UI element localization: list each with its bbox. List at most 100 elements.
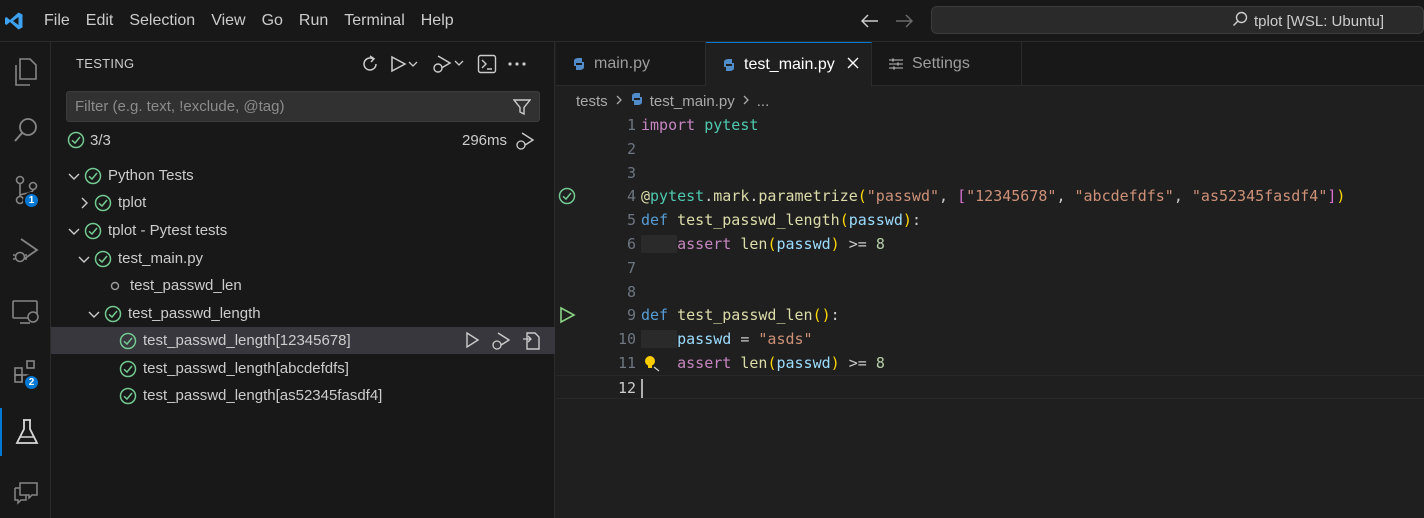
command-center[interactable]: tplot [WSL: Ubuntu] xyxy=(931,6,1424,34)
tree-item-test-main[interactable]: test_main.py xyxy=(51,245,555,272)
go-to-test-icon[interactable] xyxy=(521,331,541,355)
back-arrow-icon[interactable] xyxy=(860,11,880,31)
activity-bar: 1 2 xyxy=(0,42,51,518)
line-text: import pytest xyxy=(641,116,759,134)
text-cursor xyxy=(641,378,643,398)
code-line-current: 12 xyxy=(556,374,1424,399)
forward-arrow-icon[interactable] xyxy=(894,11,914,31)
code-line: 4 @pytest.mark.parametrize("passwd", ["1… xyxy=(556,184,1424,208)
menu-edit[interactable]: Edit xyxy=(78,0,122,42)
tree-item-label: test_passwd_length[12345678] xyxy=(143,332,351,349)
chevron-right-icon xyxy=(741,93,751,110)
settings-sliders-icon xyxy=(888,57,904,71)
passed-check-icon xyxy=(119,387,137,405)
command-center-label: tplot [WSL: Ubuntu] xyxy=(1254,12,1385,30)
code-line: 3 xyxy=(556,161,1424,185)
menu-go[interactable]: Go xyxy=(254,0,291,42)
tab-main-py[interactable]: main.py xyxy=(556,42,706,86)
chevron-down-icon[interactable] xyxy=(66,223,82,239)
explorer-icon[interactable] xyxy=(0,48,51,96)
passed-check-icon xyxy=(84,222,102,240)
tab-label: test_main.py xyxy=(744,56,835,73)
line-number: 9 xyxy=(626,306,636,325)
line-number: 8 xyxy=(626,282,636,301)
python-file-icon xyxy=(722,58,736,72)
debug-all-tests-icon[interactable] xyxy=(431,52,467,76)
test-passed-gutter-icon[interactable] xyxy=(558,187,576,205)
unset-circle-icon xyxy=(106,277,124,295)
tree-item-tplot[interactable]: tplot xyxy=(51,189,555,216)
scm-badge: 1 xyxy=(23,192,40,209)
passed-check-icon xyxy=(94,194,112,212)
passed-check-icon xyxy=(84,167,102,185)
search-activity-icon[interactable] xyxy=(0,106,51,154)
breadcrumb-test-main[interactable]: test_main.py xyxy=(650,93,735,110)
summary-duration: 296ms xyxy=(462,132,508,149)
filter-funnel-icon[interactable] xyxy=(512,98,532,116)
test-summary: 3/3 296ms xyxy=(67,131,541,151)
line-number: 3 xyxy=(626,163,636,182)
tree-item-param-as52345fasdf4[interactable]: test_passwd_length[as52345fasdf4] xyxy=(51,382,555,409)
chevron-down-icon[interactable] xyxy=(76,251,92,267)
chat-icon[interactable] xyxy=(0,468,51,516)
run-test-icon[interactable] xyxy=(463,331,481,355)
code-line: 2 xyxy=(556,137,1424,161)
more-actions-icon[interactable] xyxy=(507,52,527,76)
code-line: 7 xyxy=(556,256,1424,280)
tab-test-main-py[interactable]: test_main.py xyxy=(706,42,872,87)
tree-item-label: test_passwd_length xyxy=(128,305,261,322)
breadcrumb-ellipsis[interactable]: ... xyxy=(757,93,770,110)
chevron-down-icon[interactable] xyxy=(86,306,102,322)
line-text: assert len(passwd) >= 8 xyxy=(641,232,885,256)
tree-item-test-passwd-length[interactable]: test_passwd_length xyxy=(51,300,555,327)
tab-label: Settings xyxy=(912,55,970,72)
line-number: 11 xyxy=(617,354,636,372)
tree-item-pytest-tests[interactable]: tplot - Pytest tests xyxy=(51,217,555,244)
filter-input[interactable] xyxy=(75,98,495,115)
row-actions xyxy=(463,331,541,355)
run-all-tests-icon[interactable] xyxy=(389,52,421,76)
rerun-debug-icon[interactable] xyxy=(515,131,535,155)
chevron-down-icon[interactable] xyxy=(66,168,82,184)
menu-help[interactable]: Help xyxy=(413,0,462,42)
tree-item-param-abcdefdfs[interactable]: test_passwd_length[abcdefdfs] xyxy=(51,355,555,382)
tree-item-python-tests[interactable]: Python Tests xyxy=(51,162,555,189)
source-control-icon[interactable]: 1 xyxy=(0,166,51,214)
testing-sidebar: TESTING 3/3 296ms xyxy=(51,42,555,518)
chevron-right-icon[interactable] xyxy=(76,195,92,211)
menu-selection[interactable]: Selection xyxy=(121,0,203,42)
remote-explorer-icon[interactable] xyxy=(0,288,51,336)
terminal-output-icon[interactable] xyxy=(477,52,497,76)
run-test-gutter-icon[interactable] xyxy=(558,306,576,324)
line-number: 5 xyxy=(626,211,636,230)
passed-check-icon xyxy=(104,305,122,323)
line-number: 1 xyxy=(626,116,636,134)
tree-item-label: test_main.py xyxy=(118,250,204,267)
tree-item-test-passwd-len[interactable]: test_passwd_len xyxy=(51,272,555,299)
testing-flask-icon[interactable] xyxy=(0,408,51,456)
editor-tabs: main.py test_main.py Settings xyxy=(556,42,1424,87)
sidebar-title: TESTING xyxy=(76,56,135,71)
debug-test-icon[interactable] xyxy=(491,331,511,355)
tab-settings[interactable]: Settings xyxy=(872,42,1022,86)
line-text: assert len(passwd) >= 8 xyxy=(677,354,885,372)
line-number: 12 xyxy=(617,378,636,397)
code-line: 10 passwd = "asds" xyxy=(556,327,1424,351)
tree-item-label: tplot - Pytest tests xyxy=(108,222,228,239)
python-file-icon xyxy=(572,57,586,71)
menu-run[interactable]: Run xyxy=(291,0,336,42)
run-debug-icon[interactable] xyxy=(0,226,51,274)
line-text: passwd = "asds" xyxy=(641,327,813,351)
tree-item-label: test_passwd_length[abcdefdfs] xyxy=(143,360,349,377)
breadcrumb-tests[interactable]: tests xyxy=(576,93,608,110)
code-line: 8 xyxy=(556,280,1424,304)
menu-view[interactable]: View xyxy=(203,0,253,42)
menu-file[interactable]: File xyxy=(36,0,78,42)
refresh-tests-icon[interactable] xyxy=(361,52,379,76)
tree-item-param-12345678[interactable]: test_passwd_length[12345678] xyxy=(51,327,555,354)
close-icon[interactable] xyxy=(847,56,859,74)
extensions-icon[interactable]: 2 xyxy=(0,348,51,396)
python-file-icon xyxy=(630,92,644,110)
menu-terminal[interactable]: Terminal xyxy=(336,0,412,42)
line-text: def test_passwd_len(): xyxy=(641,306,840,325)
